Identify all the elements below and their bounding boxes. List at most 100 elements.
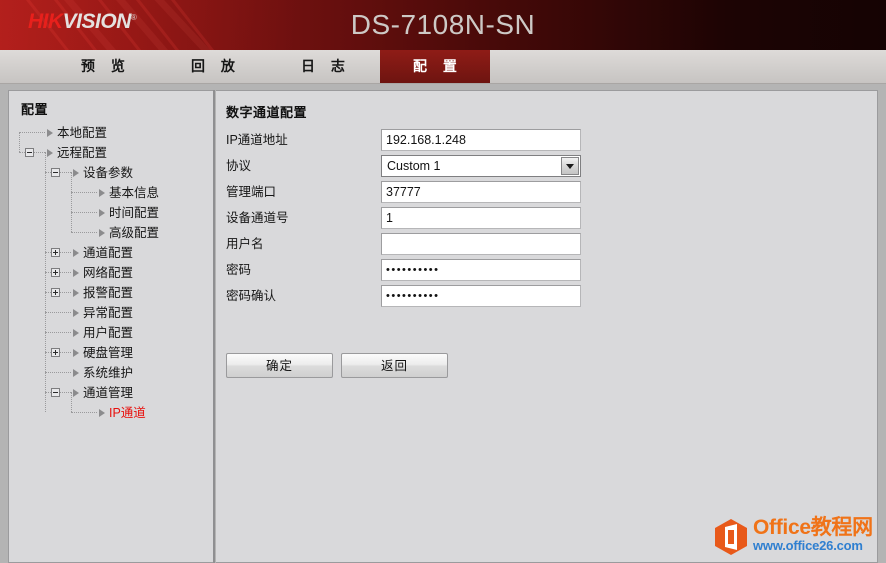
config-tree: 本地配置远程配置设备参数基本信息时间配置高级配置通道配置网络配置报警配置异常配置…: [9, 123, 213, 423]
sidebar-item-label: 通道管理: [83, 386, 134, 400]
form-row: 密码: [226, 259, 626, 281]
form-row: 协议 Custom 1: [226, 155, 626, 177]
tree-arrow-icon: [99, 209, 105, 217]
sidebar-item-9[interactable]: 异常配置: [9, 303, 213, 323]
sidebar-item-label: 异常配置: [83, 306, 134, 320]
sidebar-item-label: 高级配置: [109, 226, 160, 240]
tree-arrow-icon: [47, 129, 53, 137]
tree-connector-line: [71, 232, 97, 234]
tree-connector-line: [45, 332, 71, 334]
tree-expand-icon[interactable]: [51, 348, 60, 357]
sidebar-item-1[interactable]: 远程配置: [9, 143, 213, 163]
tree-arrow-icon: [73, 329, 79, 337]
field-input[interactable]: [381, 233, 581, 255]
main-tab-bar: 预 览 回 放 日 志 配 置: [0, 50, 886, 84]
content-area: 配置 本地配置远程配置设备参数基本信息时间配置高级配置通道配置网络配置报警配置异…: [0, 84, 886, 563]
sidebar-item-label: 时间配置: [109, 206, 160, 220]
tree-arrow-icon: [73, 249, 79, 257]
sidebar-item-label: 系统维护: [83, 366, 134, 380]
tree-arrow-icon: [99, 189, 105, 197]
tree-connector-line: [45, 312, 71, 314]
tree-connector-line: [19, 132, 45, 134]
sidebar-item-2[interactable]: 设备参数: [9, 163, 213, 183]
field-label: IP通道地址: [226, 133, 288, 147]
sidebar-item-13[interactable]: 通道管理: [9, 383, 213, 403]
tree-trunk-device: [71, 172, 73, 232]
hikvision-nvr-web-ui: HIKVISION® DS-7108N-SN 预 览 回 放 日 志 配 置 配…: [0, 0, 886, 563]
field-label: 用户名: [226, 237, 264, 251]
tree-trunk-remote: [45, 152, 47, 412]
field-input[interactable]: [381, 259, 581, 281]
field-label: 管理端口: [226, 185, 277, 199]
form-title: 数字通道配置: [226, 105, 308, 120]
chevron-down-icon[interactable]: [561, 157, 579, 175]
tab-preview[interactable]: 预 览: [60, 50, 146, 83]
confirm-button[interactable]: 确定: [226, 353, 333, 378]
tree-collapse-icon[interactable]: [51, 388, 60, 397]
sidebar-item-label: 本地配置: [57, 126, 108, 140]
sidebar-item-14[interactable]: IP通道: [9, 403, 213, 423]
back-button[interactable]: 返回: [341, 353, 448, 378]
field-label: 密码: [226, 263, 252, 277]
tree-connector-line: [45, 372, 71, 374]
form-row: 设备通道号: [226, 207, 626, 229]
sidebar-item-label: 远程配置: [57, 146, 108, 160]
form-row: 用户名: [226, 233, 626, 255]
sidebar-title: 配置: [21, 102, 49, 117]
protocol-select[interactable]: Custom 1: [381, 155, 581, 177]
field-label: 密码确认: [226, 289, 277, 303]
sidebar-item-0[interactable]: 本地配置: [9, 123, 213, 143]
tab-log[interactable]: 日 志: [280, 50, 366, 83]
tree-expand-icon[interactable]: [51, 268, 60, 277]
sidebar-item-6[interactable]: 通道配置: [9, 243, 213, 263]
digital-channel-config-panel: 数字通道配置 IP通道地址协议 Custom 1 管理端口设备通道号用户名密码密码确…: [216, 90, 878, 563]
sidebar-item-label: 用户配置: [83, 326, 134, 340]
tree-trunk-channel: [71, 392, 73, 412]
sidebar-item-11[interactable]: 硬盘管理: [9, 343, 213, 363]
sidebar-item-10[interactable]: 用户配置: [9, 323, 213, 343]
sidebar-item-8[interactable]: 报警配置: [9, 283, 213, 303]
tree-arrow-icon: [73, 269, 79, 277]
field-input[interactable]: [381, 129, 581, 151]
tree-arrow-icon: [73, 169, 79, 177]
tab-playback[interactable]: 回 放: [170, 50, 256, 83]
sidebar-item-label: 设备参数: [83, 166, 134, 180]
sidebar-item-label: 报警配置: [83, 286, 134, 300]
tree-arrow-icon: [73, 309, 79, 317]
tree-arrow-icon: [73, 369, 79, 377]
tree-arrow-icon: [99, 409, 105, 417]
form-row: 密码确认: [226, 285, 626, 307]
tree-trunk-root: [19, 132, 21, 152]
form-row: IP通道地址: [226, 129, 626, 151]
panel-divider: [213, 90, 215, 563]
tree-arrow-icon: [99, 229, 105, 237]
field-input[interactable]: [381, 285, 581, 307]
field-input[interactable]: [381, 181, 581, 203]
sidebar-item-7[interactable]: 网络配置: [9, 263, 213, 283]
watermark-url: www.office26.com: [753, 538, 863, 553]
sidebar-item-label: 硬盘管理: [83, 346, 134, 360]
tree-expand-icon[interactable]: [51, 288, 60, 297]
tree-collapse-icon[interactable]: [51, 168, 60, 177]
sidebar-item-label: IP通道: [109, 406, 146, 420]
site-watermark: Office教程网 www.office26.com: [715, 515, 878, 555]
tree-connector-line: [71, 412, 97, 414]
tree-arrow-icon: [73, 289, 79, 297]
app-header: HIKVISION® DS-7108N-SN: [0, 0, 886, 50]
tree-connector-line: [71, 212, 97, 214]
field-label: 协议: [226, 159, 252, 173]
protocol-select-value: Custom 1: [387, 159, 441, 173]
tree-expand-icon[interactable]: [51, 248, 60, 257]
tab-config[interactable]: 配 置: [380, 50, 490, 83]
sidebar-item-label: 通道配置: [83, 246, 134, 260]
config-sidebar: 配置 本地配置远程配置设备参数基本信息时间配置高级配置通道配置网络配置报警配置异…: [8, 90, 213, 563]
tree-arrow-icon: [73, 389, 79, 397]
sidebar-item-12[interactable]: 系统维护: [9, 363, 213, 383]
sidebar-item-5[interactable]: 高级配置: [9, 223, 213, 243]
sidebar-item-4[interactable]: 时间配置: [9, 203, 213, 223]
field-label: 设备通道号: [226, 211, 289, 225]
tree-arrow-icon: [73, 349, 79, 357]
sidebar-item-3[interactable]: 基本信息: [9, 183, 213, 203]
field-input[interactable]: [381, 207, 581, 229]
tree-collapse-icon[interactable]: [25, 148, 34, 157]
